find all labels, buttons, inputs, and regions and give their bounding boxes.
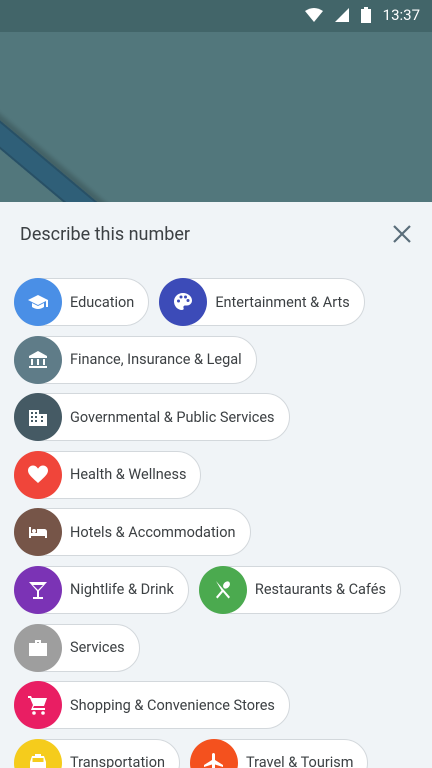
- chip-row: Services: [14, 623, 424, 682]
- palette-icon: [159, 278, 208, 326]
- category-label: Education: [70, 293, 135, 311]
- category-chip-nightlife-drink[interactable]: Nightlife & Drink: [14, 565, 189, 614]
- describe-number-sheet: Describe this number Education Entertainm…: [0, 202, 432, 768]
- category-chip-governmental-public-services[interactable]: Governmental & Public Services: [14, 393, 290, 442]
- chip-row: Health & Wellness: [14, 450, 424, 509]
- category-chip-list: Education Entertainment & Arts Finance, In…: [14, 278, 424, 768]
- category-label: Services: [70, 639, 125, 657]
- chip-row: Transportation Travel & Tourism: [14, 738, 424, 768]
- status-time: 13:37: [382, 6, 420, 24]
- category-chip-finance-insurance-legal[interactable]: Finance, Insurance & Legal: [14, 335, 257, 384]
- category-chip-travel-tourism[interactable]: Travel & Tourism: [190, 738, 369, 768]
- chip-row: Education Entertainment & Arts: [14, 278, 424, 336]
- decorative-stripe: [0, 70, 216, 202]
- signal-icon: [334, 8, 349, 22]
- chip-row: Governmental & Public Services: [14, 393, 424, 451]
- close-icon[interactable]: [390, 222, 414, 246]
- category-chip-entertainment-arts[interactable]: Entertainment & Arts: [159, 278, 365, 326]
- taxi-icon: [14, 738, 62, 768]
- wifi-icon: [304, 8, 323, 22]
- category-chip-transportation[interactable]: Transportation: [14, 738, 180, 768]
- cocktail-icon: [14, 565, 62, 614]
- fork-spoon-icon: [198, 565, 247, 614]
- chip-row: Nightlife & Drink Restaurants & Cafés: [14, 565, 424, 624]
- category-chip-restaurants-caf-s[interactable]: Restaurants & Cafés: [198, 565, 401, 614]
- category-chip-education[interactable]: Education: [14, 278, 150, 326]
- chip-row: Hotels & Accommodation: [14, 508, 424, 566]
- category-label: Health & Wellness: [70, 466, 187, 484]
- category-label: Nightlife & Drink: [70, 581, 174, 599]
- map-background: 13:37: [0, 0, 432, 202]
- battery-icon: [360, 7, 371, 23]
- bed-icon: [14, 508, 62, 557]
- heart-icon: [14, 450, 62, 499]
- category-label: Hotels & Accommodation: [70, 523, 236, 541]
- category-chip-services[interactable]: Services: [14, 623, 140, 672]
- cart-icon: [14, 681, 62, 730]
- building-icon: [14, 393, 62, 442]
- airplane-icon: [190, 738, 238, 768]
- chip-row: Finance, Insurance & Legal: [14, 335, 424, 394]
- category-label: Restaurants & Cafés: [254, 581, 386, 599]
- category-chip-hotels-accommodation[interactable]: Hotels & Accommodation: [14, 508, 251, 557]
- category-label: Transportation: [70, 754, 165, 768]
- category-label: Shopping & Convenience Stores: [70, 696, 275, 714]
- bank-icon: [14, 335, 62, 384]
- sheet-title: Describe this number: [20, 224, 190, 245]
- category-label: Entertainment & Arts: [215, 293, 350, 311]
- category-label: Travel & Tourism: [246, 754, 354, 768]
- category-chip-shopping-convenience-stores[interactable]: Shopping & Convenience Stores: [14, 681, 290, 730]
- briefcase-icon: [14, 623, 62, 672]
- category-label: Finance, Insurance & Legal: [70, 351, 242, 369]
- category-label: Governmental & Public Services: [70, 408, 275, 426]
- graduation-cap-icon: [14, 278, 62, 326]
- category-chip-health-wellness[interactable]: Health & Wellness: [14, 450, 202, 499]
- status-icons: 13:37: [304, 6, 420, 24]
- chip-row: Shopping & Convenience Stores: [14, 681, 424, 739]
- decorative-stripe-shadow: [0, 72, 211, 202]
